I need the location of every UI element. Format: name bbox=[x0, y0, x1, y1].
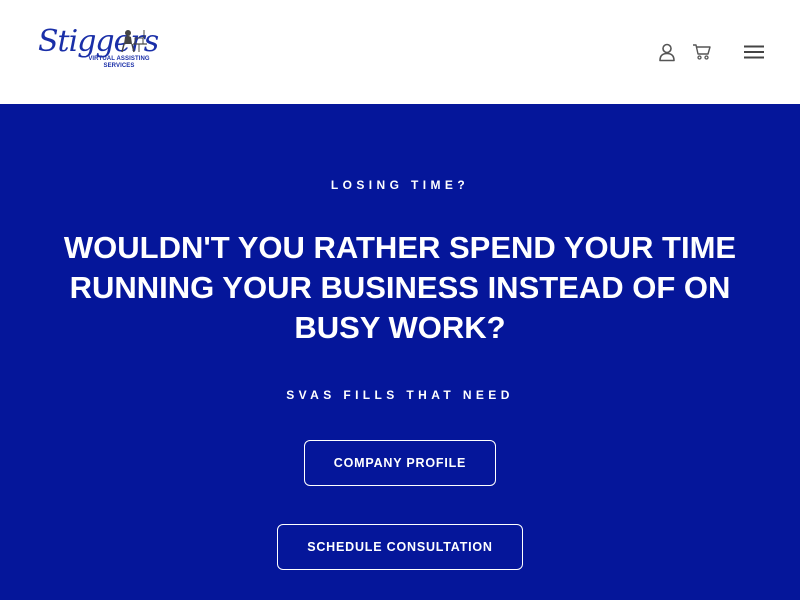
hero-section: LOSING TIME? WOULDN'T YOU RATHER SPEND Y… bbox=[0, 104, 800, 600]
user-icon[interactable] bbox=[657, 42, 677, 62]
hamburger-menu-icon[interactable] bbox=[743, 44, 765, 60]
hero-eyebrow: LOSING TIME? bbox=[330, 178, 470, 192]
cart-icon[interactable] bbox=[692, 43, 712, 61]
logo-figure-icon bbox=[121, 30, 147, 53]
logo-subtitle: VIRTUAL ASSISTING SERVICES bbox=[88, 56, 150, 69]
site-header: Stiggers VIRTUAL ASSISTING SERVICES bbox=[0, 0, 800, 104]
hero-subline: SVAS FILLS THAT NEED bbox=[286, 388, 514, 402]
company-profile-button[interactable]: COMPANY PROFILE bbox=[304, 440, 496, 486]
brand-logo[interactable]: Stiggers VIRTUAL ASSISTING SERVICES bbox=[38, 24, 159, 76]
hero-headline: WOULDN'T YOU RATHER SPEND YOUR TIME RUNN… bbox=[63, 230, 737, 345]
schedule-consultation-button[interactable]: SCHEDULE CONSULTATION bbox=[277, 524, 523, 570]
